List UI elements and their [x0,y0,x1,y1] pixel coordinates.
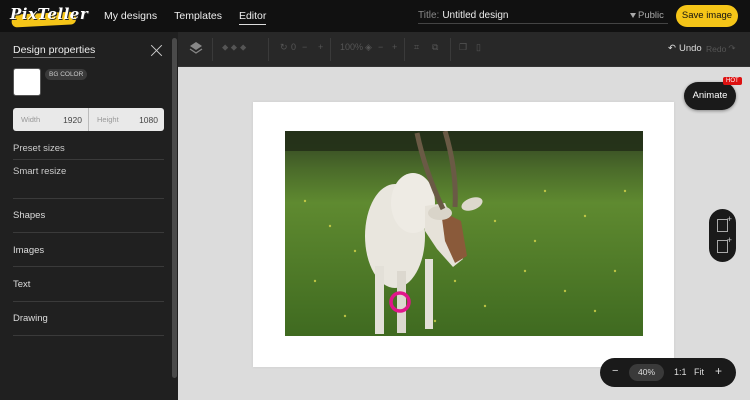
antelope-image [285,131,643,336]
section-drawing[interactable]: Drawing [13,313,48,324]
copy-icon[interactable]: ❐ [459,42,467,53]
flip-icon[interactable]: ⬥ [240,42,246,53]
preset-sizes-link[interactable]: Preset sizes [13,143,65,154]
height-value[interactable]: 1080 [139,115,158,125]
divider [13,232,164,233]
visibility-label: Public [638,10,664,21]
main-nav: My designs Templates Editor [104,0,267,32]
top-bar: PixTeller My designs Templates Editor Ti… [0,0,750,32]
section-shapes[interactable]: Shapes [13,210,45,221]
nav-editor[interactable]: Editor [238,8,267,25]
smart-resize-link[interactable]: Smart resize [13,166,66,177]
close-icon[interactable] [150,44,163,57]
undo-label: Undo [678,43,702,54]
width-field[interactable]: Width 1920 [13,108,88,131]
toolbar-separator [268,38,269,61]
width-label: Width [21,115,41,124]
section-text[interactable]: Text [13,279,30,290]
plus-icon[interactable]: + [318,42,323,52]
toolbar-separator [330,38,331,61]
hot-badge: HOT [723,77,742,85]
nav-templates[interactable]: Templates [174,8,222,24]
minus-icon[interactable]: − [302,42,307,52]
rotate-icon[interactable]: ↻ [280,42,288,53]
undo-icon: ↶ [668,43,676,54]
page-tools [709,209,736,262]
redo-icon: ↷ [728,43,736,53]
actual-size-button[interactable]: 1:1 [674,367,687,377]
redo-button[interactable]: Redo ↷ [706,43,735,54]
height-label: Height [97,115,119,124]
width-value[interactable]: 1920 [63,115,82,125]
angle-value-icon[interactable]: 0 [291,42,296,52]
nav-my-designs[interactable]: My designs [104,8,157,24]
editor-toolbar: ⬥ ⬥ ⬥ ↻ 0 − + 100% ◈ − + ⌗ ⧉ ❐ ▯ ↶ Undo … [178,32,750,67]
duplicate-icon[interactable]: ⧉ [432,42,438,53]
bg-color-label[interactable]: BG COLOR [45,69,88,80]
divider [13,198,164,199]
align-icon[interactable]: ⬥ ⬥ [222,42,237,53]
toolbar-separator [212,38,213,61]
minus-icon[interactable]: − [378,42,383,52]
panel-title: Design properties [13,44,96,58]
opacity-value[interactable]: 100% [340,42,363,52]
dimensions-fields: Width 1920 Height 1080 [13,108,164,131]
bg-color-swatch[interactable] [13,68,41,96]
delete-icon[interactable]: ▯ [476,42,481,53]
design-properties-panel: Design properties BG COLOR Width 1920 He… [0,32,178,400]
zoom-bar: − 40% 1:1 Fit + [600,358,736,387]
toolbar-separator [404,38,405,61]
divider [13,335,164,336]
toolbar-separator [450,38,451,61]
zoom-out-icon[interactable]: − [612,365,618,377]
crop-icon[interactable]: ⌗ [414,42,419,53]
save-image-button[interactable]: Save image [676,5,738,27]
logo-text: PixTeller [10,5,89,23]
fit-button[interactable]: Fit [694,367,704,377]
workspace: Animate HOT − 40% 1:1 Fit + [178,68,750,400]
divider [13,301,164,302]
plus-icon[interactable]: + [392,42,397,52]
divider [13,159,164,160]
redo-label: Redo [706,43,727,54]
add-page-icon[interactable] [717,214,732,232]
height-field[interactable]: Height 1080 [88,108,164,131]
pixteller-logo[interactable]: PixTeller [10,3,88,29]
zoom-in-icon[interactable]: + [715,364,722,378]
design-canvas[interactable] [253,102,674,367]
duplicate-page-icon[interactable] [717,235,732,253]
divider [13,266,164,267]
title-input[interactable] [442,10,593,21]
title-label: Title: [418,10,440,21]
sidebar-scrollbar[interactable] [172,38,177,378]
antelope-photo[interactable] [285,131,643,336]
visibility-dropdown[interactable]: Public [630,10,664,21]
zoom-value[interactable]: 40% [629,364,664,381]
section-images[interactable]: Images [13,245,44,256]
animate-button[interactable]: Animate [684,82,736,110]
chevron-down-icon [630,13,636,18]
undo-button[interactable]: ↶ Undo [668,43,702,54]
layers-icon[interactable] [189,41,203,57]
opacity-icon[interactable]: ◈ [365,42,372,53]
